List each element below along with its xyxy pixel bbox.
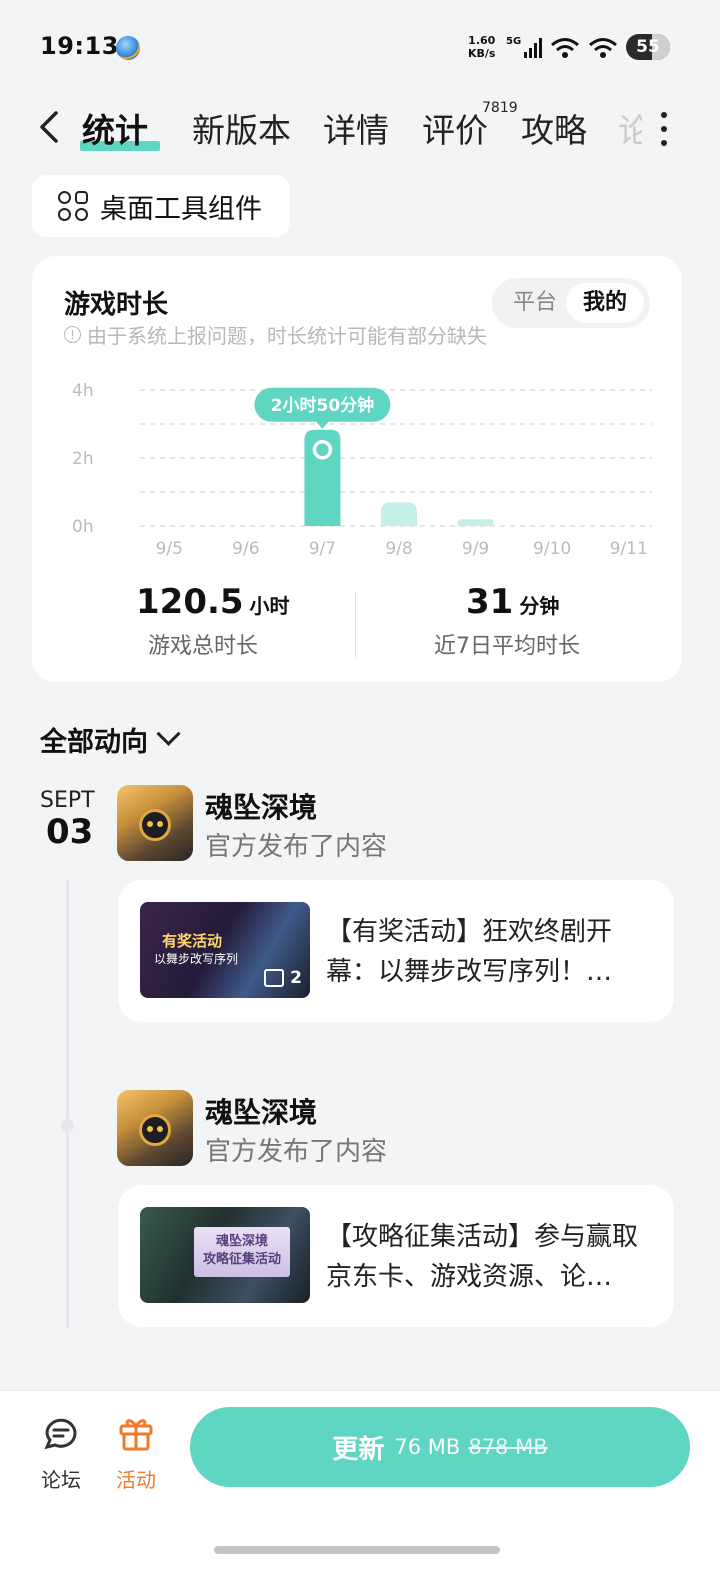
update-size: 76 MB — [394, 1435, 461, 1459]
desktop-widget-button[interactable]: 桌面工具组件 — [32, 175, 290, 237]
battery-level: 55 — [636, 37, 660, 57]
y-tick-label: 0h — [72, 517, 94, 537]
tooltip-pointer — [315, 420, 330, 429]
post-thumbnail: 魂坠深境 攻略征集活动 — [140, 1207, 310, 1303]
forum-button[interactable]: 论坛 — [26, 1413, 96, 1493]
tab-reviews[interactable]: 评价 — [422, 104, 488, 152]
info-icon: ! — [64, 326, 81, 343]
image-count: 2 — [264, 968, 302, 988]
timeline-line — [66, 880, 69, 1328]
total-play-time-value: 120.5 — [136, 582, 244, 622]
post-title: 【攻略征集活动】参与赢取京东卡、游戏资源、论… — [326, 1222, 639, 1292]
stats-divider — [355, 592, 356, 658]
desktop-widget-label: 桌面工具组件 — [100, 193, 262, 225]
original-size: 878 MB — [468, 1435, 548, 1459]
update-label: 更新 — [332, 1434, 385, 1465]
toggle-mine[interactable]: 我的 — [566, 283, 644, 323]
network-speed: 1.60 KB/s — [468, 34, 495, 60]
avg-play-time-value: 31 — [466, 582, 514, 622]
date-day: 03 — [46, 812, 94, 852]
tab-stats[interactable]: 统计 — [82, 104, 148, 152]
post-author[interactable]: 魂坠深境 — [205, 1091, 317, 1131]
back-arrow-icon[interactable] — [34, 110, 68, 144]
post-action: 官方发布了内容 — [205, 1137, 388, 1167]
x-tick-label: 9/11 — [610, 539, 648, 559]
game-avatar[interactable] — [117, 1090, 193, 1166]
forum-chat-icon — [44, 1418, 77, 1450]
post-author[interactable]: 魂坠深境 — [205, 786, 317, 826]
play-time-note-text: 由于系统上报问题，时长统计可能有部分缺失 — [87, 324, 487, 348]
total-play-time: 120.5 小时 — [136, 582, 290, 622]
activity-label: 活动 — [116, 1468, 156, 1492]
image-count-value: 2 — [290, 968, 302, 988]
play-time-title: 游戏时长 — [64, 290, 169, 320]
total-play-time-label: 游戏总时长 — [148, 634, 259, 659]
update-button[interactable]: 更新 76 MB 878 MB — [190, 1407, 690, 1487]
y-tick-label: 2h — [72, 449, 94, 469]
bar — [381, 502, 417, 526]
x-tick-label: 9/7 — [309, 539, 336, 559]
widget-grid-icon — [58, 191, 88, 221]
network-speed-unit: KB/s — [468, 47, 496, 60]
x-tick-label: 9/8 — [385, 539, 412, 559]
more-menu-icon[interactable] — [658, 112, 670, 146]
battery-indicator: 55 — [626, 34, 670, 60]
avg-play-time-unit: 分钟 — [519, 594, 560, 618]
thumbnail-title: 有奖活动 — [162, 932, 223, 950]
browser-globe-icon — [116, 36, 140, 60]
tooltip-text: 2小时50分钟 — [271, 395, 375, 416]
game-avatar[interactable] — [117, 785, 193, 861]
chevron-down-icon — [156, 721, 181, 746]
tab-new-version[interactable]: 新版本 — [192, 104, 291, 152]
image-icon — [264, 969, 285, 987]
y-tick-label: 4h — [72, 381, 94, 401]
wifi-icon-2 — [589, 38, 617, 58]
thumbnail-title: 魂坠深境 — [215, 1234, 268, 1249]
forum-label: 论坛 — [41, 1468, 81, 1492]
activity-button[interactable]: 活动 — [101, 1413, 171, 1493]
play-time-card: 游戏时长 ! 由于系统上报问题，时长统计可能有部分缺失 平台 我的 0h 2h 4h… — [32, 256, 682, 682]
feed-filter-label: 全部动向 — [40, 727, 148, 758]
play-time-note: ! 由于系统上报问题，时长统计可能有部分缺失 — [64, 320, 487, 349]
x-tick-label: 9/10 — [533, 539, 571, 559]
tab-details[interactable]: 详情 — [323, 104, 389, 152]
scope-toggle: 平台 我的 — [492, 278, 650, 328]
bar — [304, 429, 341, 526]
play-time-chart: 0h 2h 4h 9/5 9/6 9/7 2小时50分钟 9/8 9/9 9/10 9/11 — [72, 381, 652, 559]
avg-play-time: 31 分钟 — [466, 582, 559, 622]
bar — [457, 519, 494, 526]
post-action: 官方发布了内容 — [205, 832, 388, 862]
x-tick-label: 9/5 — [156, 539, 183, 559]
cellular-signal-icon: 5G — [506, 36, 542, 58]
wifi-icon — [551, 38, 579, 58]
timeline-dot — [61, 1119, 74, 1132]
post-title: 【有奖活动】狂欢终剧开幕：以舞步改写序列！… — [326, 917, 613, 987]
home-indicator[interactable] — [214, 1546, 500, 1554]
avg-play-time-label: 近7日平均时长 — [434, 634, 580, 659]
review-count-badge: 7819 — [482, 100, 518, 116]
x-tick-label: 9/6 — [232, 539, 259, 559]
thumbnail-subtitle: 攻略征集活动 — [202, 1252, 281, 1267]
bottom-action-bar: 论坛 活动 更新 76 MB 878 MB — [0, 1390, 720, 1585]
status-time: 19:13 — [40, 32, 119, 60]
feed-filter[interactable]: 全部动向 — [40, 720, 181, 759]
svg-text:5G: 5G — [506, 36, 521, 47]
total-play-time-unit: 小时 — [249, 594, 290, 618]
thumbnail-subtitle: 以舞步改写序列 — [154, 952, 239, 966]
network-speed-value: 1.60 — [468, 34, 496, 47]
gift-icon — [119, 1419, 153, 1451]
tab-guides[interactable]: 攻略 — [521, 104, 587, 152]
tab-forum-partial[interactable]: 论 — [618, 104, 642, 152]
post-thumbnail: 有奖活动 以舞步改写序列 2 — [140, 902, 310, 998]
x-tick-label: 9/9 — [462, 539, 489, 559]
date-month: SEPT — [40, 788, 95, 813]
toggle-platform[interactable]: 平台 — [502, 283, 568, 323]
thumbnail-banner: 魂坠深境 攻略征集活动 — [194, 1227, 290, 1277]
post-card[interactable]: 有奖活动 以舞步改写序列 2 【有奖活动】狂欢终剧开幕：以舞步改写序列！… — [118, 880, 674, 1022]
post-card[interactable]: 魂坠深境 攻略征集活动 【攻略征集活动】参与赢取京东卡、游戏资源、论… — [118, 1185, 674, 1327]
